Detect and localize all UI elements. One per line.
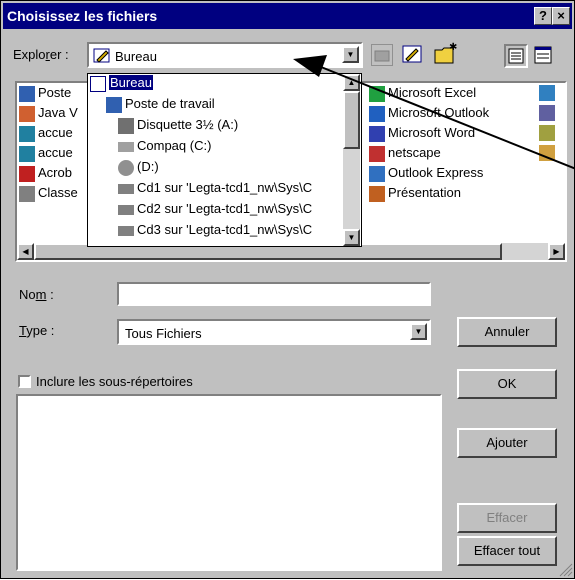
cancel-button[interactable]: Annuler xyxy=(457,317,557,347)
checkbox-label: Inclure les sous-répertoires xyxy=(36,374,193,389)
add-button[interactable]: Ajouter xyxy=(457,428,557,458)
type-dropdown-button[interactable]: ▼ xyxy=(410,323,427,340)
selected-files-list[interactable] xyxy=(16,394,442,571)
type-value: Tous Fichiers xyxy=(125,326,202,341)
ok-button[interactable]: OK xyxy=(457,369,557,399)
file-chooser-dialog: Choisissez les fichiers ? × Explorer : B… xyxy=(0,0,575,579)
type-label: Type : xyxy=(19,323,55,338)
clear-button[interactable]: Effacer xyxy=(457,503,557,533)
checkbox-box[interactable] xyxy=(18,375,31,388)
nom-input[interactable] xyxy=(117,282,431,306)
nom-label: Nom : xyxy=(19,287,54,302)
resize-grip-icon[interactable] xyxy=(557,561,573,577)
clear-all-button[interactable]: Effacer tout xyxy=(457,536,557,566)
type-select[interactable]: Tous Fichiers ▼ xyxy=(117,319,431,345)
